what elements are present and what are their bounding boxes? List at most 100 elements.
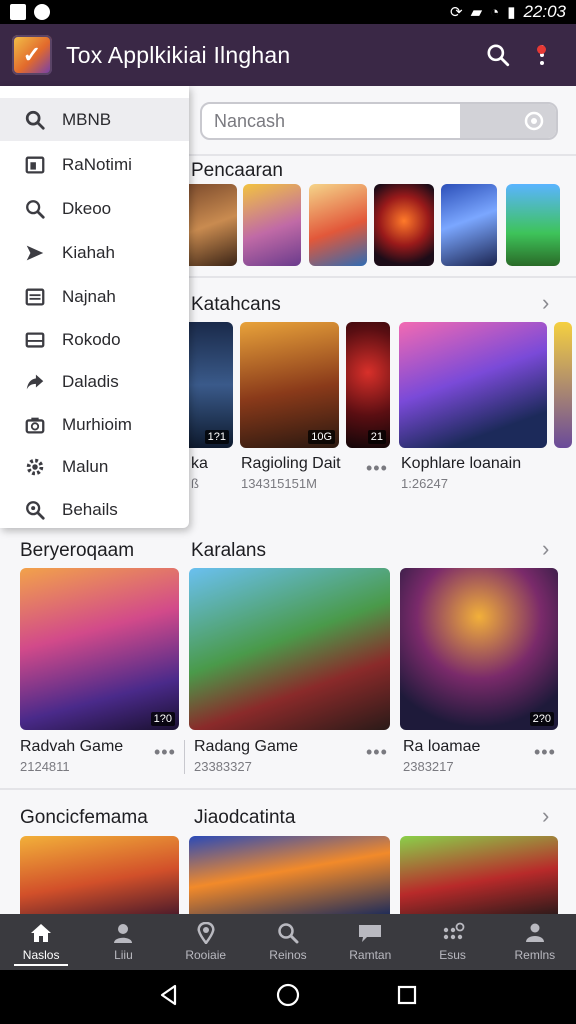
section-title-katahcans: Katahcans [191, 294, 281, 315]
drawer-item-ranotimi[interactable]: RaNotimi [0, 143, 189, 186]
bottom-navigation: Naslos Liiu Rooiaie Reinos Ramtan Esus R… [0, 914, 576, 970]
app-bar: ✓ Tox Applkikiai Ilnghan [0, 24, 576, 86]
system-navigation-bar [0, 970, 576, 1024]
drawer-item-rokodo[interactable]: Rokodo [0, 318, 189, 361]
game-card-image[interactable] [189, 836, 390, 916]
app-logo[interactable]: ✓ [12, 35, 52, 75]
section-title-goncicfemama: Goncicfemama [20, 807, 148, 828]
game-card-image[interactable]: 21 [346, 322, 390, 448]
nav-item-apps[interactable]: Esus [411, 914, 493, 970]
section-title-karalans: Karalans [191, 540, 266, 561]
nav-item-home[interactable]: Naslos [0, 914, 82, 970]
chat-icon [359, 925, 382, 942]
zoom-icon [22, 497, 48, 523]
nav-item-label: Rooiaie [185, 948, 227, 962]
notification-icon [10, 4, 26, 20]
card-title: Radang Game [194, 738, 299, 755]
more-options-button[interactable]: ••• [534, 742, 556, 763]
person-icon [114, 924, 133, 943]
search-submit-button[interactable] [460, 104, 556, 138]
camera-icon [22, 412, 48, 438]
drawer-item-behails[interactable]: Behails [0, 488, 189, 531]
wifi-icon: ◔ [490, 3, 500, 21]
chevron-right-icon[interactable]: › [542, 536, 549, 562]
card-badge: 10G [308, 430, 335, 444]
game-thumbnail[interactable] [506, 184, 560, 266]
card-badge: 2?0 [529, 712, 554, 726]
card-title: Radvah Game [20, 738, 124, 755]
drawer-item-label: Daladis [62, 371, 119, 391]
game-thumbnail[interactable] [183, 184, 237, 266]
game-card-image[interactable] [554, 322, 572, 448]
nav-item-label: Ramtan [349, 948, 392, 962]
card-title: Ragioling Dait [241, 455, 341, 472]
drawer-item-label: RaNotimi [62, 154, 132, 174]
nav-item-person[interactable]: Liiu [82, 914, 164, 970]
game-card-image[interactable] [400, 836, 558, 916]
game-card-image[interactable]: 2?0 [400, 568, 558, 730]
drawer-item-murhioim[interactable]: Murhioim [0, 403, 189, 446]
signal-icon: ▰ [470, 4, 483, 21]
chevron-right-icon[interactable]: › [542, 290, 549, 316]
game-card-image[interactable]: 1?0 [20, 568, 179, 730]
sync-icon: ⟳ [450, 4, 463, 21]
status-bar: ⟳ ▰ ◔ ▮ 22:03 [0, 0, 576, 24]
divider [184, 740, 185, 774]
nav-item-label: Remlns [514, 948, 556, 962]
apps-icon [443, 922, 464, 940]
drawer-item-label: Kiahah [62, 242, 115, 262]
drawer-item-label: Najnah [62, 286, 116, 306]
nav-item-chat[interactable]: Ramtan [329, 914, 411, 970]
more-options-button[interactable]: ••• [366, 742, 388, 763]
game-card-image[interactable] [20, 836, 179, 916]
nav-item-search[interactable]: Reinos [247, 914, 329, 970]
drawer-item-label: Rokodo [62, 329, 121, 349]
game-thumbnail[interactable] [441, 184, 497, 266]
overflow-menu-button[interactable] [520, 33, 564, 77]
game-card-image[interactable]: 1?1 [183, 322, 233, 448]
search-bar [200, 102, 558, 140]
card-badge: 1?1 [204, 430, 229, 444]
section-title-jiaodcatinta: Jiaodcatinta [194, 807, 296, 828]
search-icon [487, 44, 510, 67]
share-icon [22, 369, 48, 395]
search-button[interactable] [476, 33, 520, 77]
nav-item-people[interactable]: Remlns [494, 914, 576, 970]
home-icon [31, 924, 52, 942]
send-icon [22, 240, 48, 266]
card-subtitle: 134315151M [241, 476, 317, 491]
recents-button[interactable] [395, 983, 419, 1012]
drawer-item-dkeoo[interactable]: Dkeoo [0, 187, 189, 230]
back-button[interactable] [157, 983, 181, 1012]
card-subtitle: ß [191, 476, 199, 491]
section-title-beryeroqaam: Beryeroqaam [20, 540, 135, 561]
drawer-item-najnah[interactable]: Najnah [0, 275, 189, 318]
card-subtitle: 1:26247 [401, 476, 448, 491]
battery-icon: ▮ [507, 4, 516, 21]
game-thumbnail[interactable] [374, 184, 434, 266]
more-options-button[interactable]: ••• [154, 742, 176, 763]
drawer-item-label: Murhioim [62, 414, 132, 434]
search-icon [22, 196, 48, 222]
list-icon [22, 284, 48, 310]
drawer-item-malun[interactable]: Malun [0, 445, 189, 488]
more-options-button[interactable]: ••• [366, 458, 388, 479]
nav-item-label: Esus [439, 948, 466, 962]
game-card-image[interactable] [189, 568, 390, 730]
game-thumbnail[interactable] [309, 184, 367, 266]
drawer-item-kiahah[interactable]: Kiahah [0, 231, 189, 274]
drawer-item-daladis[interactable]: Daladis [0, 360, 189, 403]
game-card-image[interactable]: 10G [240, 322, 339, 448]
card-subtitle: 2124811 [20, 759, 70, 774]
drawer-item-mbnb[interactable]: MBNB [0, 98, 189, 141]
nav-item-location[interactable]: Rooiaie [165, 914, 247, 970]
gear-icon [22, 454, 48, 480]
search-input[interactable] [202, 104, 460, 138]
home-button[interactable] [275, 982, 301, 1013]
card-badge: 1?0 [150, 712, 175, 726]
navigation-drawer: MBNB RaNotimi Dkeoo Kiahah Najnah Rokodo… [0, 86, 189, 528]
game-thumbnail[interactable] [243, 184, 301, 266]
app-root: ⟳ ▰ ◔ ▮ 22:03 ✓ Tox Applkikiai Ilnghan P… [0, 0, 576, 1024]
game-card-image[interactable] [399, 322, 547, 448]
chevron-right-icon[interactable]: › [542, 803, 549, 829]
